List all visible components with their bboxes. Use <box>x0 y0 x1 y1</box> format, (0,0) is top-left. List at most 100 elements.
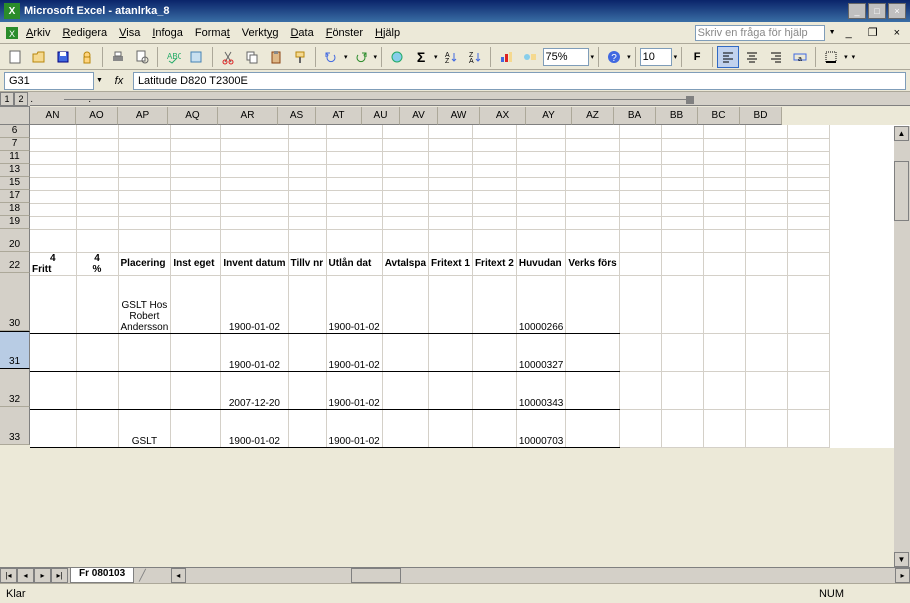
name-box[interactable]: G31 <box>4 72 94 90</box>
cell-BC30[interactable] <box>745 275 787 333</box>
cell-AW18[interactable] <box>472 203 516 216</box>
col-header-AU[interactable]: AU <box>362 107 400 125</box>
cell-AS13[interactable] <box>288 164 326 177</box>
scroll-up-button[interactable]: ▲ <box>894 126 909 141</box>
cell-BB13[interactable] <box>703 164 745 177</box>
cell-AZ33[interactable] <box>619 409 661 447</box>
cell-AZ30[interactable] <box>619 275 661 333</box>
cell-BC33[interactable] <box>745 409 787 447</box>
cell-AV31[interactable] <box>429 333 473 371</box>
cell-AR15[interactable] <box>221 177 288 190</box>
cell-AW7[interactable] <box>472 138 516 151</box>
zoom-dropdown-icon[interactable]: ▾ <box>591 53 595 61</box>
research-icon[interactable] <box>186 46 208 68</box>
header-cell[interactable]: Utlån dat <box>326 252 382 275</box>
cell-AU13[interactable] <box>382 164 428 177</box>
cell-AV11[interactable] <box>429 151 473 164</box>
cell-AS7[interactable] <box>288 138 326 151</box>
cell-AX31[interactable]: 10000327 <box>516 333 566 371</box>
cell-BC15[interactable] <box>745 177 787 190</box>
cell-AN31[interactable] <box>30 333 76 371</box>
row-header-31[interactable]: 31 <box>0 331 30 369</box>
cell-BA6[interactable] <box>661 125 703 138</box>
cell-BC31[interactable] <box>745 333 787 371</box>
cell-AY30[interactable] <box>566 275 619 333</box>
cell-AN19[interactable] <box>30 216 76 229</box>
cell-BA30[interactable] <box>661 275 703 333</box>
cell-AX30[interactable]: 10000266 <box>516 275 566 333</box>
cell-AP31[interactable] <box>118 333 171 371</box>
cell-BC17[interactable] <box>745 190 787 203</box>
col-header-AW[interactable]: AW <box>438 107 480 125</box>
cell-AV15[interactable] <box>429 177 473 190</box>
cell-BD30[interactable] <box>787 275 829 333</box>
cell-BB33[interactable] <box>703 409 745 447</box>
cell-AP7[interactable] <box>118 138 171 151</box>
cell-AS19[interactable] <box>288 216 326 229</box>
sheet-tab-fr080103[interactable]: Fr 080103 <box>70 568 134 583</box>
cell-AP17[interactable] <box>118 190 171 203</box>
scroll-left-button[interactable]: ◂ <box>171 568 186 583</box>
prev-sheet-button[interactable]: ◂ <box>17 568 34 583</box>
col-header-AZ[interactable]: AZ <box>572 107 614 125</box>
cell-AQ20[interactable] <box>171 229 221 252</box>
tab-split-handle[interactable]: ╱ <box>134 569 151 582</box>
namebox-dropdown-icon[interactable]: ▼ <box>94 77 105 84</box>
col-header-AR[interactable]: AR <box>218 107 278 125</box>
header-cell[interactable]: Invent datum <box>221 252 288 275</box>
col-header-BC[interactable]: BC <box>698 107 740 125</box>
permissions-icon[interactable] <box>76 46 98 68</box>
cell-AN32[interactable] <box>30 371 76 409</box>
cell-BC18[interactable] <box>745 203 787 216</box>
cell-AQ19[interactable] <box>171 216 221 229</box>
fontsize-dropdown-icon[interactable]: ▾ <box>674 53 678 61</box>
header-cell[interactable]: Fritext 1 <box>429 252 473 275</box>
print-icon[interactable] <box>107 46 129 68</box>
row-header-6[interactable]: 6 <box>0 125 30 138</box>
cell-AU20[interactable] <box>382 229 428 252</box>
cell-AP33[interactable]: GSLT <box>118 409 171 447</box>
cell-AS32[interactable] <box>288 371 326 409</box>
cell-AZ32[interactable] <box>619 371 661 409</box>
cell-AO6[interactable] <box>76 125 118 138</box>
cell-AO30[interactable] <box>76 275 118 333</box>
cell-BB7[interactable] <box>703 138 745 151</box>
cell-AS11[interactable] <box>288 151 326 164</box>
cell-BC11[interactable] <box>745 151 787 164</box>
cell-AS31[interactable] <box>288 333 326 371</box>
first-sheet-button[interactable]: |◂ <box>0 568 17 583</box>
cell-AX33[interactable]: 10000703 <box>516 409 566 447</box>
minimize-button[interactable]: _ <box>848 3 866 19</box>
cell-AX20[interactable] <box>516 229 566 252</box>
cell-AR33[interactable]: 1900-01-02 <box>221 409 288 447</box>
cell-BC6[interactable] <box>745 125 787 138</box>
vscroll-thumb[interactable] <box>894 161 909 221</box>
cell-AQ15[interactable] <box>171 177 221 190</box>
cell-AY32[interactable] <box>566 371 619 409</box>
chart-wizard-icon[interactable] <box>495 46 517 68</box>
cell-BB32[interactable] <box>703 371 745 409</box>
cell-AX19[interactable] <box>516 216 566 229</box>
col-header-AY[interactable]: AY <box>526 107 572 125</box>
cell-AV13[interactable] <box>429 164 473 177</box>
cell-AN20[interactable] <box>30 229 76 252</box>
header-cell[interactable]: Placering <box>118 252 171 275</box>
cell-AU31[interactable] <box>382 333 428 371</box>
menu-visa[interactable]: Visa <box>113 25 146 41</box>
undo-dropdown-icon[interactable]: ▾ <box>344 53 348 61</box>
header-cell[interactable]: 4% <box>76 252 118 275</box>
redo-dropdown-icon[interactable]: ▾ <box>374 53 378 61</box>
cell-AY17[interactable] <box>566 190 619 203</box>
cell-AX11[interactable] <box>516 151 566 164</box>
cell-BA19[interactable] <box>661 216 703 229</box>
cell-AT30[interactable]: 1900-01-02 <box>326 275 382 333</box>
header-cell[interactable] <box>745 252 787 275</box>
doc-minimize-button[interactable]: _ <box>840 25 858 41</box>
select-all-corner[interactable] <box>0 107 30 125</box>
cell-AT31[interactable]: 1900-01-02 <box>326 333 382 371</box>
cell-AN13[interactable] <box>30 164 76 177</box>
cell-AZ17[interactable] <box>619 190 661 203</box>
cell-AZ18[interactable] <box>619 203 661 216</box>
cell-AQ17[interactable] <box>171 190 221 203</box>
header-cell[interactable]: Fritext 2 <box>472 252 516 275</box>
